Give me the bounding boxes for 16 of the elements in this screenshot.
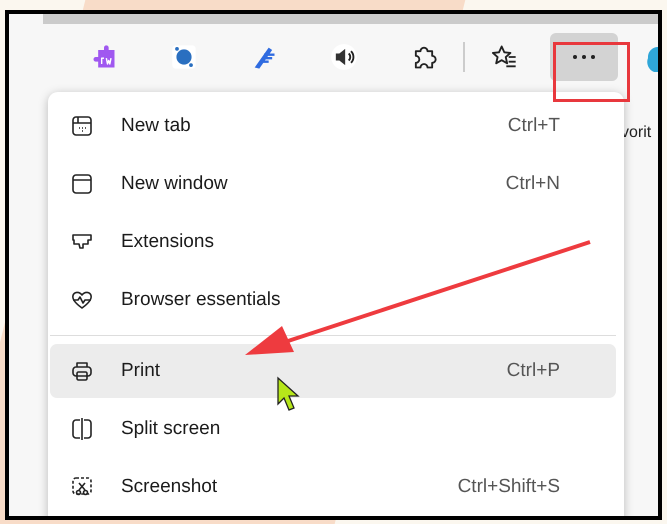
orbit-icon xyxy=(170,43,198,71)
cursor-icon xyxy=(277,376,300,411)
speaker-icon xyxy=(330,43,358,71)
split-screen-icon xyxy=(70,417,94,441)
new-tab-icon xyxy=(70,114,94,138)
more-icon xyxy=(572,54,596,60)
window-icon xyxy=(70,172,94,196)
more-button[interactable] xyxy=(550,33,618,81)
menu-item[interactable]: New tab Ctrl+T xyxy=(50,99,616,153)
menu-item[interactable]: New window Ctrl+N xyxy=(50,157,616,211)
menu-item[interactable]: Extensions xyxy=(50,215,616,269)
menu-item[interactable]: Browser essentials xyxy=(50,273,616,327)
menu-item[interactable]: Screenshot Ctrl+Shift+S xyxy=(50,460,616,514)
menu-item[interactable]: Print Ctrl+P xyxy=(50,344,616,398)
menu-item[interactable]: Split screen xyxy=(50,402,616,456)
printer-icon xyxy=(70,359,94,383)
